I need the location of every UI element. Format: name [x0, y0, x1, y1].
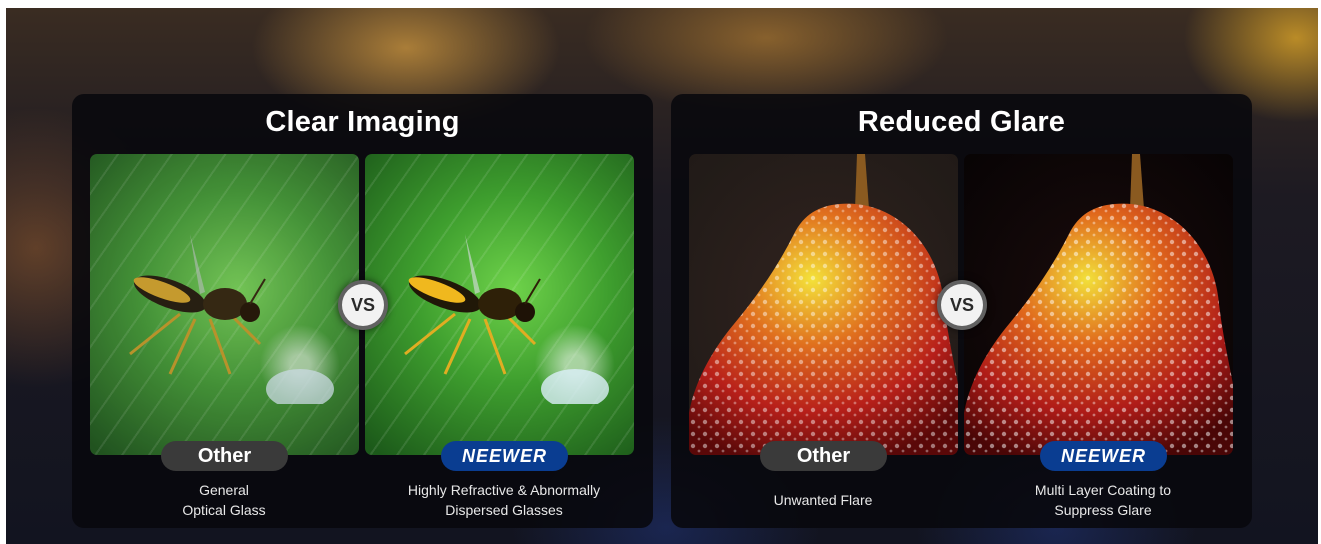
caption-line: General: [199, 482, 249, 498]
wasp-illustration: [129, 234, 334, 404]
other-caption: General Optical Glass: [94, 480, 354, 520]
panel-title: Reduced Glare: [857, 106, 1066, 138]
other-tag: Other: [760, 441, 887, 471]
vs-badge: VS: [937, 280, 987, 330]
caption-line: Optical Glass: [182, 502, 266, 518]
caption-line: Dispersed Glasses: [445, 502, 563, 518]
comparison-banner: Clear Imaging VS Other NEEWER General Op…: [6, 8, 1318, 544]
wasp-illustration: [404, 234, 609, 404]
neewer-caption: Multi Layer Coating to Suppress Glare: [973, 480, 1233, 520]
wasp-photo-other: [90, 154, 359, 455]
other-caption: Unwanted Flare: [693, 490, 953, 510]
pear-photo-other: [689, 154, 958, 455]
neewer-tag: NEEWER: [1040, 441, 1167, 471]
pear-photo-neewer: [964, 154, 1233, 455]
reduced-glare-panel: Reduced Glare VS Other NEEWER Unwanted F…: [671, 94, 1252, 528]
clear-imaging-panel: Clear Imaging VS Other NEEWER General Op…: [72, 94, 653, 528]
caption-line: Suppress Glare: [1054, 502, 1152, 518]
wasp-photo-neewer: [365, 154, 634, 455]
caption-line: Unwanted Flare: [773, 492, 873, 508]
caption-line: Highly Refractive & Abnormally: [407, 482, 601, 498]
pear-illustration: [964, 154, 1233, 455]
pear-illustration: [689, 154, 958, 455]
caption-line: Multi Layer Coating to: [1034, 482, 1172, 498]
panel-title: Clear Imaging: [265, 106, 460, 138]
neewer-caption: Highly Refractive & Abnormally Dispersed…: [374, 480, 634, 520]
vs-badge: VS: [338, 280, 388, 330]
other-tag: Other: [161, 441, 288, 471]
neewer-tag: NEEWER: [441, 441, 568, 471]
